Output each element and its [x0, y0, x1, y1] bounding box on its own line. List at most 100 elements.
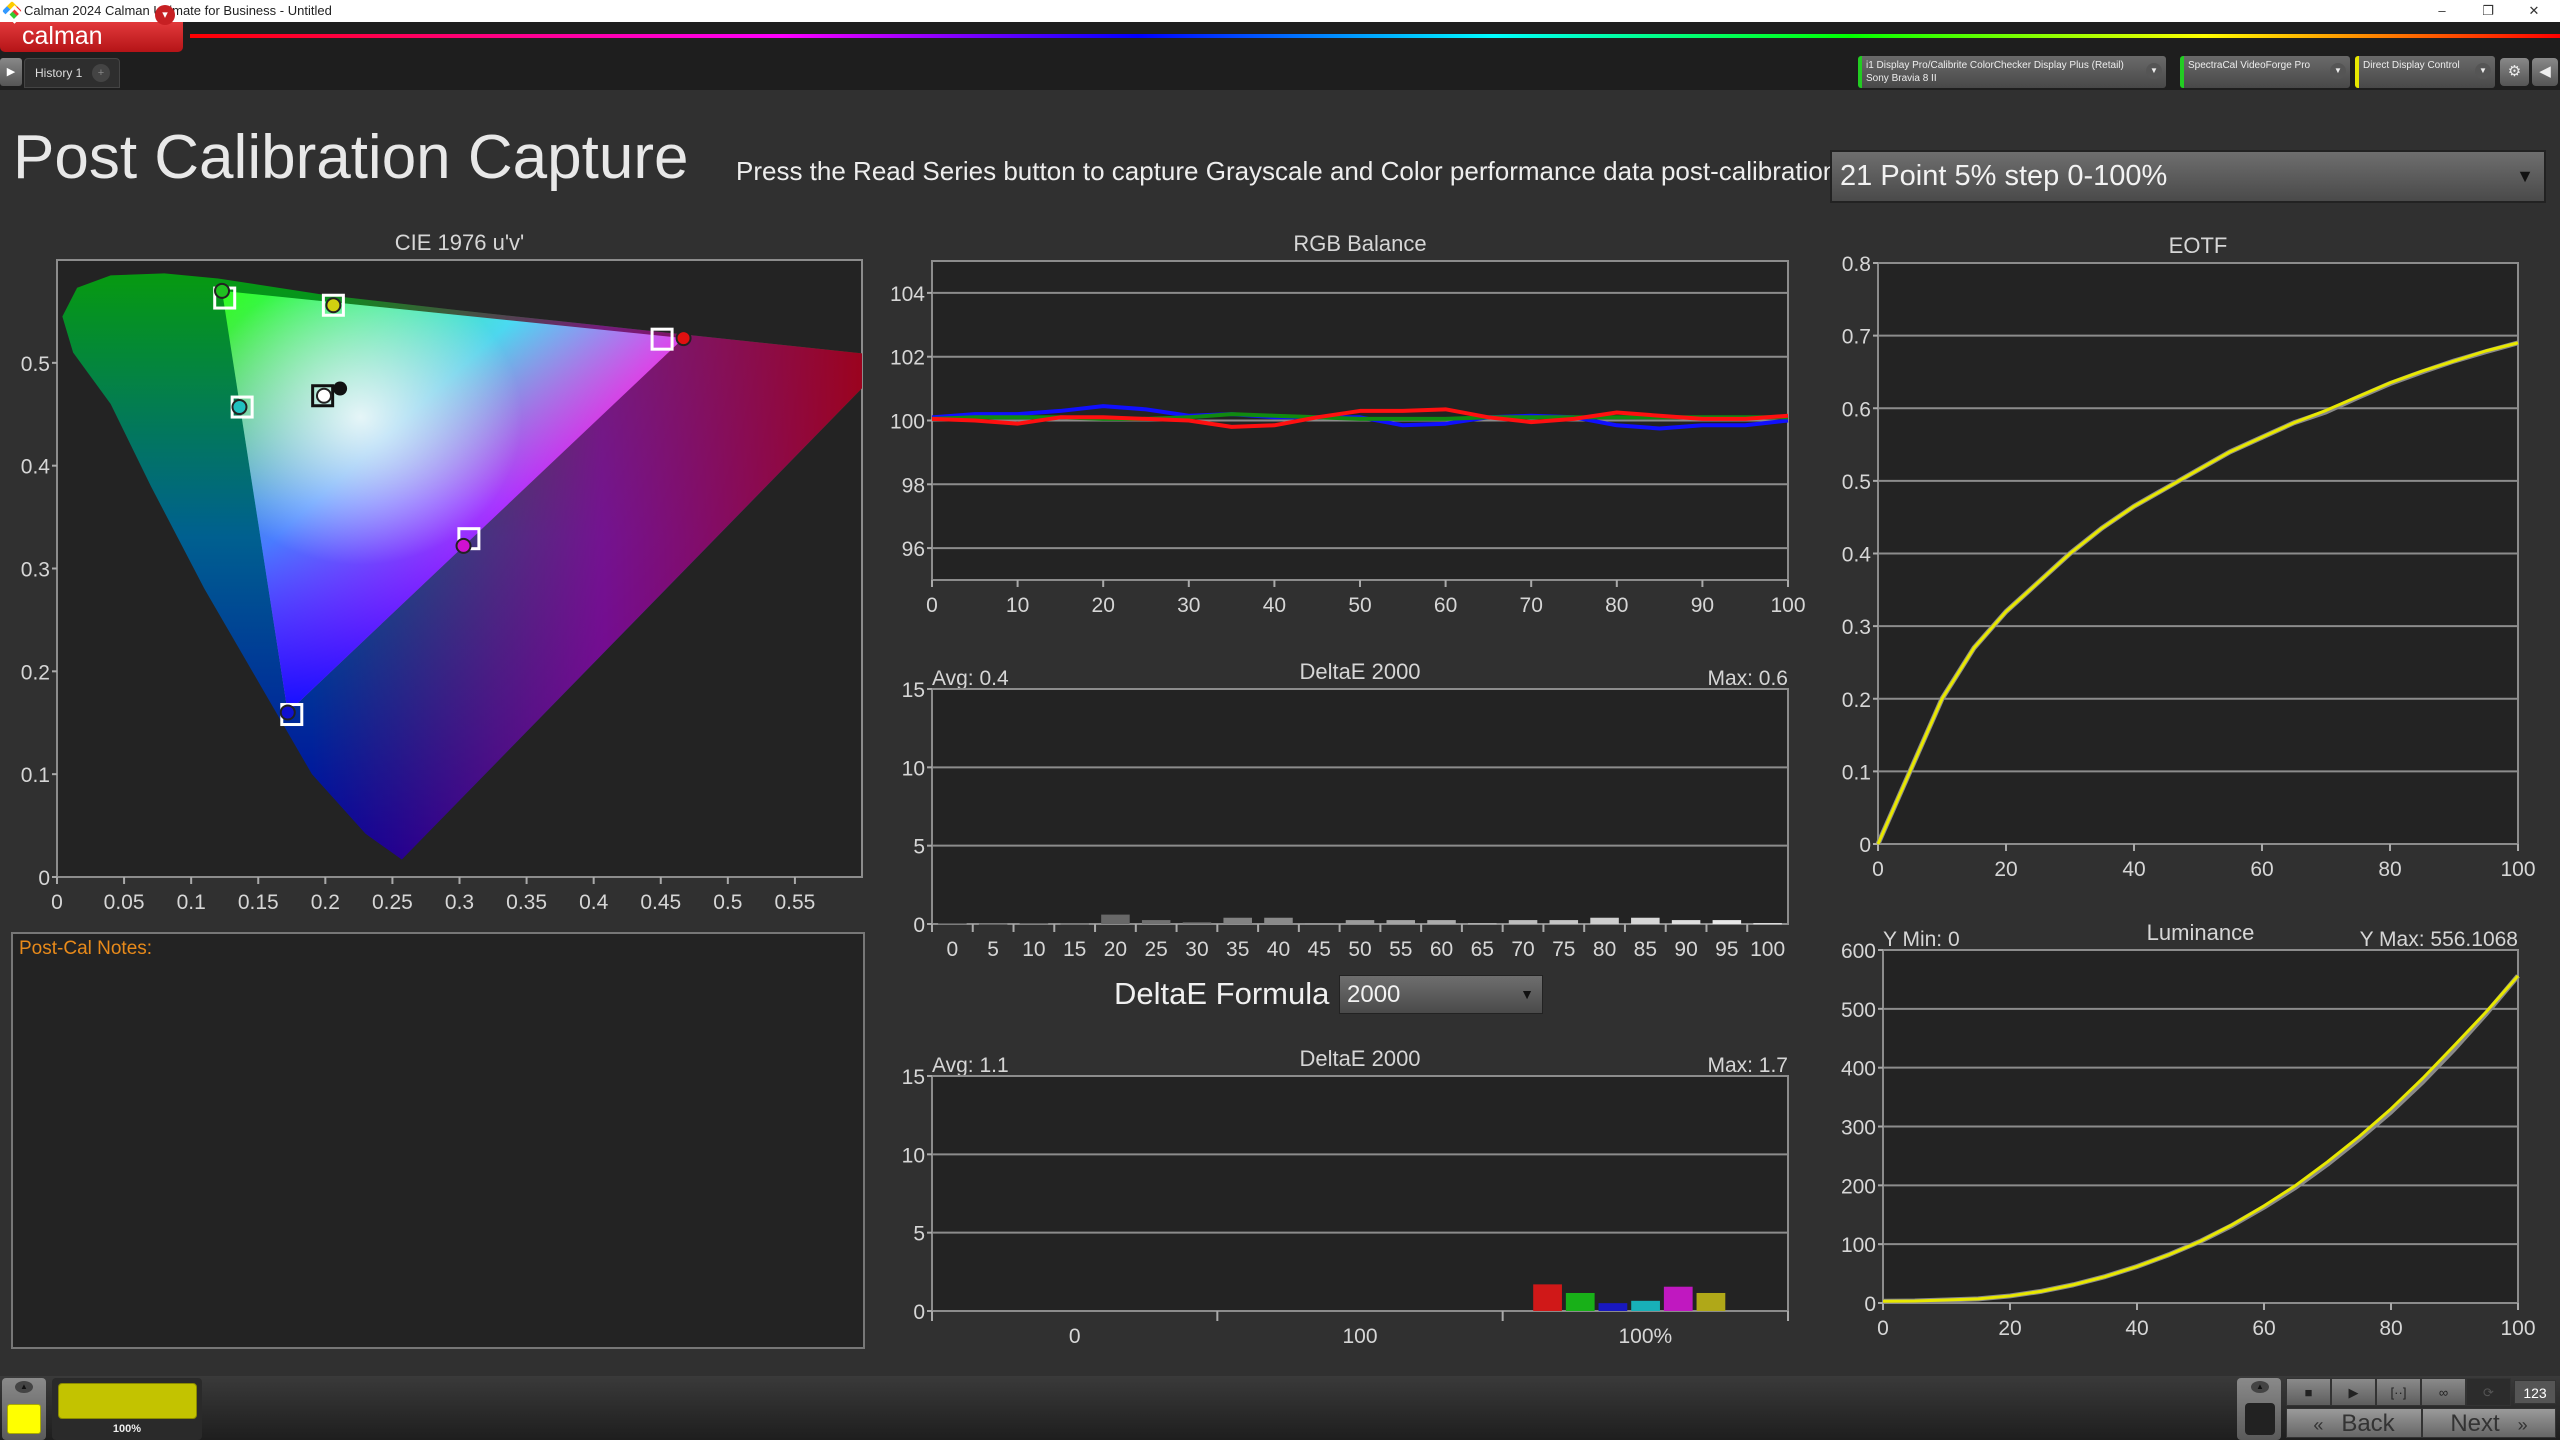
x-tick-label: 0.1 — [177, 891, 206, 914]
y-tick-label: 0.3 — [21, 559, 50, 582]
y-tick-label: 0.5 — [21, 353, 50, 376]
measured-point — [279, 704, 296, 721]
chart-title: DeltaE 2000 — [1299, 1046, 1420, 1071]
y-tick-label: 0 — [913, 1301, 925, 1324]
x-tick-label: 100 — [2500, 858, 2535, 881]
x-tick-label: 95 — [1715, 938, 1738, 961]
x-tick-label: 80 — [1605, 594, 1628, 617]
deltae-bar — [1508, 920, 1538, 924]
y-tick-label: 5 — [913, 836, 925, 859]
x-tick-label: 10 — [1022, 938, 1045, 961]
x-tick-label: 0 — [1877, 1317, 1889, 1340]
x-tick-label: 20 — [1104, 938, 1127, 961]
reference-point — [333, 381, 348, 396]
chart-title: Luminance — [2147, 920, 2255, 945]
deltae-bar — [1598, 1303, 1628, 1311]
x-tick-label: 80 — [1593, 938, 1616, 961]
y-tick-label: 15 — [902, 1066, 925, 1089]
y-tick-label: 10 — [902, 757, 925, 780]
y-tick-label: 100 — [890, 411, 925, 434]
deltae-bar — [1549, 920, 1579, 924]
x-tick-label: 0 — [51, 891, 63, 914]
avg-label: Avg: 0.4 — [932, 667, 1009, 690]
y-tick-label: 0 — [1859, 834, 1871, 857]
deltae-bar — [1101, 914, 1130, 924]
x-tick-label: 20 — [1092, 594, 1115, 617]
deltae-bar — [1590, 917, 1619, 924]
x-tick-label: 70 — [1511, 938, 1534, 961]
max-label: Max: 1.7 — [1707, 1054, 1788, 1077]
x-tick-label: 75 — [1552, 938, 1575, 961]
deltae-bar — [1223, 917, 1252, 924]
deltae-bar — [1696, 1292, 1726, 1311]
x-tick-label: 50 — [1348, 938, 1371, 961]
y-tick-label: 600 — [1841, 940, 1876, 963]
avg-label: Avg: 1.1 — [932, 1054, 1009, 1077]
measured-point — [325, 297, 342, 314]
x-tick-label: 0.5 — [713, 891, 742, 914]
deltae-bar — [1304, 923, 1334, 925]
deltae-bar — [1386, 920, 1416, 924]
y-tick-label: 0.2 — [21, 661, 50, 684]
y-tick-label: 0.1 — [1842, 761, 1871, 784]
y-tick-label: 0.8 — [1842, 253, 1871, 276]
y-tick-label: 0 — [38, 867, 50, 890]
x-tick-label: 40 — [1267, 938, 1290, 961]
deltae-bar — [1631, 1300, 1660, 1311]
deltae-bar — [978, 923, 1008, 925]
chart-title: DeltaE 2000 — [1299, 659, 1420, 684]
x-tick-label: 65 — [1471, 938, 1494, 961]
y-tick-label: 0.2 — [1842, 689, 1871, 712]
deltae-bar — [1631, 917, 1660, 924]
y-tick-label: 0.6 — [1842, 398, 1871, 421]
x-tick-label: 80 — [2378, 858, 2401, 881]
y-tick-label: 0.7 — [1842, 326, 1871, 349]
x-tick-label: 30 — [1177, 594, 1200, 617]
deltae-bar — [938, 923, 967, 925]
x-tick-label: 100 — [2500, 1317, 2535, 1340]
x-tick-label: 40 — [2122, 858, 2145, 881]
y-tick-label: 0 — [913, 914, 925, 937]
y-tick-label: 0.4 — [1842, 544, 1872, 567]
deltae-bar — [1264, 917, 1293, 924]
y-tick-label: 0.4 — [21, 456, 51, 479]
y-tick-label: 15 — [902, 679, 925, 702]
x-tick-label: 0 — [926, 594, 938, 617]
chart-title: RGB Balance — [1293, 231, 1426, 256]
deltae-bar — [1533, 1284, 1562, 1311]
y-tick-label: 400 — [1841, 1058, 1876, 1081]
measured-point — [231, 399, 248, 416]
y-tick-label: 96 — [902, 538, 925, 561]
plot-area — [931, 688, 1789, 925]
x-tick-label: 100 — [1770, 594, 1805, 617]
y-tick-label: 200 — [1841, 1175, 1876, 1198]
deltae-bar — [1019, 923, 1049, 925]
y-tick-label: 0.1 — [21, 764, 50, 787]
charts-layer: CIE 1976 u'v' 0 0.1 0.2 0.3 0.4 0.5 0 0.05 0.1 0.1… — [21, 230, 2536, 1348]
plot-area — [931, 1075, 1789, 1312]
x-tick-label: 15 — [1063, 938, 1086, 961]
chart-title: CIE 1976 u'v' — [395, 230, 524, 255]
deltae-bar — [1712, 920, 1742, 924]
x-tick-label: 0.25 — [372, 891, 413, 914]
x-tick-label: 0 — [1872, 858, 1884, 881]
x-tick-label: 85 — [1634, 938, 1657, 961]
deltae-bar — [1141, 920, 1171, 924]
y-tick-label: 102 — [890, 347, 925, 370]
x-tick-label: 80 — [2379, 1317, 2402, 1340]
x-tick-label: 5 — [987, 938, 999, 961]
x-tick-label: 0 — [947, 938, 959, 961]
deltae-bar — [1182, 922, 1212, 924]
deltae-bar — [1565, 1292, 1595, 1311]
deltae-bar — [1345, 920, 1375, 924]
x-tick-label: 50 — [1348, 594, 1371, 617]
x-tick-label: 90 — [1674, 938, 1697, 961]
measured-point — [455, 537, 472, 554]
y-tick-label: 10 — [902, 1144, 925, 1167]
x-tick-label: 100 — [1750, 938, 1785, 961]
max-label: Max: 0.6 — [1707, 667, 1788, 690]
deltae-bar — [1671, 920, 1701, 924]
x-tick-label: 0.55 — [774, 891, 815, 914]
y-tick-label: 98 — [902, 474, 925, 497]
y-tick-label: 5 — [913, 1223, 925, 1246]
